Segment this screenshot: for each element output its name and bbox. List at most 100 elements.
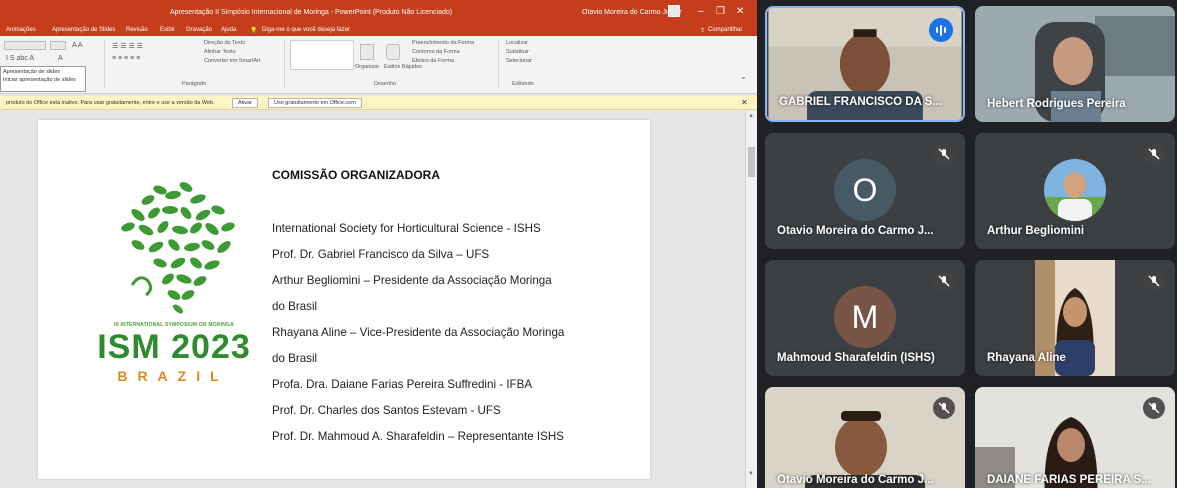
scroll-down-icon[interactable]: ▼	[748, 471, 754, 477]
vertical-scrollbar[interactable]: ▲ ▼	[745, 111, 757, 488]
bullets-icon[interactable]: ☰ ☰ ☰ ☰	[112, 42, 143, 50]
tab-animations[interactable]: Animações	[6, 27, 36, 33]
use-free-button[interactable]: Use gratuitamente em Office.com	[268, 98, 362, 108]
scroll-up-icon[interactable]: ▲	[748, 113, 754, 119]
logo-title: ISM 2023	[97, 328, 251, 366]
drawing-group-label: Desenho	[374, 81, 397, 87]
committee-line: do Brasil	[272, 352, 318, 365]
dropdown-item-slideshow[interactable]: Apresentação de slides	[1, 67, 85, 75]
shape-fill[interactable]: Preenchimento da Forma	[412, 40, 474, 46]
participant-tile[interactable]: M Mahmoud Sharafeldin (ISHS)	[765, 260, 965, 376]
ribbon-tabs: Animações Apresentação de Slides Revisão…	[0, 24, 757, 36]
dropdown-item-start-slideshow[interactable]: Iniciar apresentação de slides	[1, 75, 85, 83]
convert-smartart[interactable]: Converter em SmartArt	[204, 58, 261, 64]
committee-line: Profa. Dra. Daiane Farias Pereira Suffre…	[272, 378, 533, 391]
shape-effects[interactable]: Efeitos da Forma	[412, 58, 454, 64]
participant-avatar: M	[834, 286, 896, 348]
close-info-icon[interactable]: ✕	[741, 98, 748, 107]
align-text[interactable]: Alinhar Texto	[204, 49, 236, 55]
slide[interactable]: III INTERNATIONAL SYMPOSIUM ON MORINGA I…	[38, 120, 650, 479]
committee-list: International Society for Horticultural …	[272, 216, 564, 450]
license-info-bar: produto do Office está inativo. Para usa…	[0, 96, 757, 110]
mic-off-icon	[1143, 143, 1165, 165]
participant-name: Hebert Rodrigues Pereira	[987, 98, 1126, 110]
participant-tile[interactable]: DAIANE FARIAS PEREIRA S...	[975, 387, 1175, 488]
committee-line: International Society for Horticultural …	[272, 222, 541, 235]
align-icons[interactable]: ≡ ≡ ≡ ≡ ≡	[112, 55, 140, 62]
replace-button[interactable]: Substituir	[506, 49, 529, 55]
font-name-box[interactable]	[4, 41, 46, 50]
participant-avatar: O	[834, 159, 896, 221]
divider	[498, 40, 499, 88]
participant-name: Otavio Moreira do Carmo J...	[777, 225, 934, 237]
participant-name: Arthur Begliomini	[987, 225, 1085, 237]
arrange-icon[interactable]	[360, 44, 374, 60]
participant-name: GABRIEL FRANCISCO DA S...	[779, 96, 942, 108]
meeting-grid: GABRIEL FRANCISCO DA S... Hebert Rodrigu…	[757, 0, 1177, 488]
share-icon[interactable]: ⇪	[700, 27, 705, 34]
collapse-ribbon-icon[interactable]: ⌄	[740, 72, 747, 81]
participant-tile[interactable]: Rhayana Aline	[975, 260, 1175, 376]
shapes-gallery[interactable]	[290, 40, 354, 70]
tab-recording[interactable]: Gravação	[186, 27, 212, 33]
slideshow-dropdown[interactable]: Apresentação de slides Iniciar apresenta…	[0, 66, 86, 92]
tab-slideshow[interactable]: Apresentação de Slides	[52, 27, 115, 33]
account-name[interactable]: Otavio Moreira do Carmo Junior	[582, 9, 682, 16]
committee-line: Prof. Dr. Gabriel Francisco da Silva – U…	[272, 248, 490, 261]
participant-tile[interactable]: O Otavio Moreira do Carmo J...	[765, 133, 965, 249]
quick-styles-button[interactable]: Estilos Rápidos	[384, 64, 422, 70]
avatar-initial: M	[851, 298, 879, 335]
participant-photo	[1044, 159, 1106, 221]
tab-help[interactable]: Ajuda	[221, 27, 236, 33]
font-color-icon[interactable]: A	[58, 55, 63, 62]
powerpoint-window: Apresentação II Simpósio Internacional d…	[0, 0, 757, 488]
slide-heading: COMISSÃO ORGANIZADORA	[272, 168, 440, 182]
mic-off-icon	[933, 270, 955, 292]
text-format-icons[interactable]: I S abc A	[6, 55, 34, 62]
arrange-button[interactable]: Organizar	[355, 64, 379, 70]
participant-name: Mahmoud Sharafeldin (ISHS)	[777, 352, 935, 364]
share-button[interactable]: Compartilhar	[708, 27, 742, 33]
quick-styles-icon[interactable]	[386, 44, 400, 60]
participant-name: DAIANE FARIAS PEREIRA S...	[987, 474, 1151, 486]
account-avatar[interactable]	[668, 5, 680, 17]
find-button[interactable]: Localizar	[506, 40, 528, 46]
ribbon: A A I S abc A A ☰ ☰ ☰ ☰ ≡ ≡ ≡ ≡ ≡ Direçã…	[0, 36, 757, 94]
committee-line: do Brasil	[272, 300, 318, 313]
tab-view[interactable]: Exibir	[160, 27, 175, 33]
restore-icon[interactable]: ❐	[716, 6, 725, 17]
select-button[interactable]: Selecionar	[506, 58, 532, 64]
window-title: Apresentação II Simpósio Internacional d…	[170, 9, 453, 16]
participant-tile[interactable]: GABRIEL FRANCISCO DA S...	[765, 6, 965, 122]
logo-country: BRAZIL	[117, 368, 229, 384]
shape-outline[interactable]: Contorno da Forma	[412, 49, 460, 55]
mic-off-icon	[933, 397, 955, 419]
participant-tile[interactable]: Arthur Begliomini	[975, 133, 1175, 249]
info-message: produto do Office está inativo. Para usa…	[6, 100, 215, 106]
font-size-box[interactable]	[50, 41, 66, 50]
participant-name: Rhayana Aline	[987, 352, 1066, 364]
participant-tile[interactable]: Otavio Moreira do Carmo J...	[765, 387, 965, 488]
font-grow-icon[interactable]: A A	[72, 42, 83, 49]
minimize-icon[interactable]: –	[698, 6, 704, 17]
participant-tile[interactable]: Hebert Rodrigues Pereira	[975, 6, 1175, 122]
activate-button[interactable]: Ativar	[232, 98, 259, 108]
mic-off-icon	[1143, 397, 1165, 419]
text-direction[interactable]: Direção do Texto	[204, 40, 245, 46]
editing-group-label: Editando	[512, 81, 534, 87]
committee-line: Arthur Begliomini – Presidente da Associ…	[272, 274, 552, 287]
paragraph-group-label: Parágrafo	[182, 81, 207, 87]
divider	[284, 40, 285, 88]
committee-line: Rhayana Aline – Vice-Presidente da Assoc…	[272, 326, 565, 339]
speaking-indicator-icon	[929, 18, 953, 42]
mic-off-icon	[1143, 270, 1165, 292]
committee-line: Prof. Dr. Mahmoud A. Sharafeldin – Repre…	[272, 430, 564, 443]
tell-me-search[interactable]: Diga-me o que você deseja fazer	[262, 27, 350, 33]
mic-off-icon	[933, 143, 955, 165]
close-icon[interactable]: ✕	[736, 6, 744, 17]
participant-name: Otavio Moreira do Carmo J...	[777, 474, 934, 486]
committee-line: Prof. Dr. Charles dos Santos Estevam - U…	[272, 404, 501, 417]
divider	[104, 40, 105, 88]
scroll-thumb[interactable]	[748, 147, 755, 177]
tab-review[interactable]: Revisão	[126, 27, 148, 33]
